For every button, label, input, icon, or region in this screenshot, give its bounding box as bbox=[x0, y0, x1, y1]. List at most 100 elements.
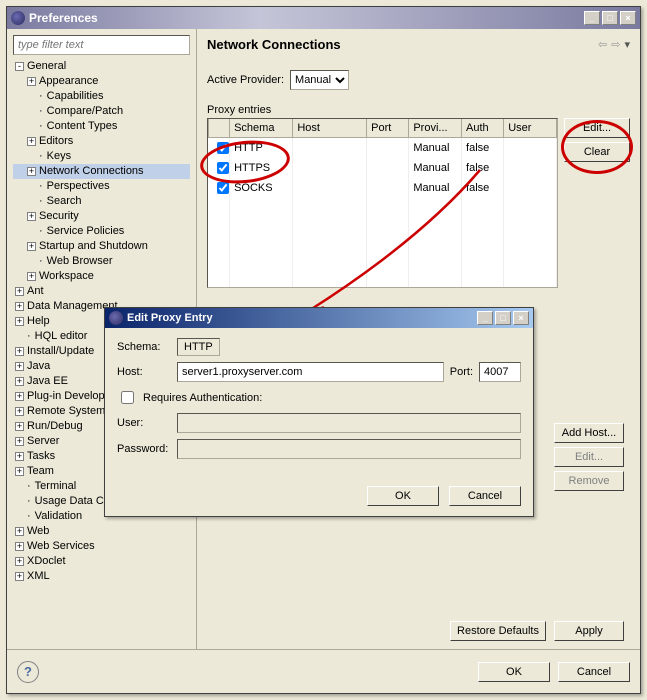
tree-item-xml[interactable]: +XML bbox=[13, 569, 190, 584]
table-row[interactable]: SOCKSManualfalse bbox=[209, 178, 557, 198]
help-icon[interactable]: ? bbox=[17, 661, 39, 683]
tree-item-editors[interactable]: +Editors bbox=[13, 134, 190, 149]
expand-icon[interactable]: + bbox=[15, 437, 24, 446]
active-provider-select[interactable]: Manual bbox=[290, 70, 349, 90]
dialog-titlebar[interactable]: Edit Proxy Entry _ □ × bbox=[105, 308, 533, 328]
maximize-button[interactable]: □ bbox=[602, 11, 618, 25]
tree-item-web-browser[interactable]: Web Browser bbox=[13, 254, 190, 269]
tree-item-label: XML bbox=[27, 569, 50, 584]
cancel-button[interactable]: Cancel bbox=[558, 662, 630, 682]
table-row[interactable]: HTTPSManualfalse bbox=[209, 158, 557, 178]
filter-input[interactable] bbox=[13, 35, 190, 55]
expand-icon[interactable]: + bbox=[15, 317, 24, 326]
dialog-maximize-button[interactable]: □ bbox=[495, 311, 511, 325]
expand-icon[interactable]: + bbox=[27, 77, 36, 86]
close-button[interactable]: × bbox=[620, 11, 636, 25]
edit-host-button[interactable]: Edit... bbox=[554, 447, 624, 467]
tree-item-keys[interactable]: Keys bbox=[13, 149, 190, 164]
expand-icon[interactable]: + bbox=[15, 422, 24, 431]
expand-icon[interactable]: + bbox=[27, 272, 36, 281]
row-checkbox[interactable] bbox=[217, 182, 229, 194]
dialog-ok-button[interactable]: OK bbox=[367, 486, 439, 506]
expand-icon[interactable]: + bbox=[27, 167, 36, 176]
tree-item-search[interactable]: Search bbox=[13, 194, 190, 209]
schema-label: Schema: bbox=[117, 341, 171, 353]
edit-proxy-dialog: Edit Proxy Entry _ □ × Schema: HTTP Host… bbox=[104, 307, 534, 517]
requires-auth-checkbox[interactable] bbox=[121, 391, 134, 404]
expand-icon[interactable]: + bbox=[27, 212, 36, 221]
expand-icon[interactable]: + bbox=[15, 557, 24, 566]
tree-item-network-connections[interactable]: +Network Connections bbox=[13, 164, 190, 179]
expand-icon[interactable]: + bbox=[15, 377, 24, 386]
row-checkbox[interactable] bbox=[217, 142, 229, 154]
requires-auth-label: Requires Authentication: bbox=[143, 392, 262, 404]
tree-item-startup-and-shutdown[interactable]: +Startup and Shutdown bbox=[13, 239, 190, 254]
column-header[interactable]: Host bbox=[293, 119, 367, 137]
host-label: Host: bbox=[117, 366, 171, 378]
tree-item-capabilities[interactable]: Capabilities bbox=[13, 89, 190, 104]
forward-arrow-icon[interactable]: ⇨ bbox=[611, 38, 620, 51]
expand-icon[interactable]: + bbox=[15, 572, 24, 581]
apply-button[interactable]: Apply bbox=[554, 621, 624, 641]
tree-item-web[interactable]: +Web bbox=[13, 524, 190, 539]
edit-button[interactable]: Edit... bbox=[564, 118, 630, 138]
preferences-titlebar[interactable]: Preferences _ □ × bbox=[7, 7, 640, 29]
expand-icon[interactable]: + bbox=[15, 527, 24, 536]
expand-icon[interactable]: + bbox=[15, 407, 24, 416]
tree-item-label: Startup and Shutdown bbox=[39, 239, 148, 254]
expand-icon[interactable]: + bbox=[15, 287, 24, 296]
expand-icon[interactable]: + bbox=[15, 362, 24, 371]
tree-item-label: Remote Systems bbox=[27, 404, 111, 419]
tree-item-service-policies[interactable]: Service Policies bbox=[13, 224, 190, 239]
tree-item-xdoclet[interactable]: +XDoclet bbox=[13, 554, 190, 569]
page-title: Network Connections bbox=[207, 37, 341, 52]
tree-item-compare-patch[interactable]: Compare/Patch bbox=[13, 104, 190, 119]
dialog-close-button[interactable]: × bbox=[513, 311, 529, 325]
minimize-button[interactable]: _ bbox=[584, 11, 600, 25]
proxy-entries-table[interactable]: SchemaHostPortProvi...AuthUser HTTPManua… bbox=[207, 118, 558, 288]
table-row[interactable]: HTTPManualfalse bbox=[209, 137, 557, 158]
dialog-cancel-button[interactable]: Cancel bbox=[449, 486, 521, 506]
port-input[interactable] bbox=[479, 362, 521, 382]
dialog-minimize-button[interactable]: _ bbox=[477, 311, 493, 325]
expand-icon[interactable]: + bbox=[15, 347, 24, 356]
restore-defaults-button[interactable]: Restore Defaults bbox=[450, 621, 546, 641]
column-header[interactable]: Port bbox=[367, 119, 409, 137]
tree-item-general[interactable]: -General bbox=[13, 59, 190, 74]
eclipse-icon bbox=[109, 311, 123, 325]
tree-item-label: General bbox=[27, 59, 66, 74]
tree-item-label: Network Connections bbox=[39, 164, 144, 179]
tree-item-ant[interactable]: +Ant bbox=[13, 284, 190, 299]
column-header[interactable]: Provi... bbox=[409, 119, 462, 137]
expand-icon[interactable]: + bbox=[15, 452, 24, 461]
column-header[interactable]: User bbox=[504, 119, 557, 137]
collapse-icon[interactable]: - bbox=[15, 62, 24, 71]
expand-icon[interactable]: + bbox=[27, 137, 36, 146]
ok-button[interactable]: OK bbox=[478, 662, 550, 682]
tree-item-content-types[interactable]: Content Types bbox=[13, 119, 190, 134]
expand-icon[interactable]: + bbox=[15, 302, 24, 311]
tree-item-web-services[interactable]: +Web Services bbox=[13, 539, 190, 554]
window-title: Preferences bbox=[29, 11, 98, 25]
expand-icon[interactable]: + bbox=[27, 242, 36, 251]
column-header[interactable]: Auth bbox=[462, 119, 504, 137]
view-menu-icon[interactable]: ▾ bbox=[624, 38, 630, 51]
expand-icon[interactable]: + bbox=[15, 467, 24, 476]
column-header[interactable]: Schema bbox=[230, 119, 293, 137]
tree-item-appearance[interactable]: +Appearance bbox=[13, 74, 190, 89]
tree-item-perspectives[interactable]: Perspectives bbox=[13, 179, 190, 194]
tree-item-security[interactable]: +Security bbox=[13, 209, 190, 224]
user-input bbox=[177, 413, 521, 433]
remove-host-button[interactable]: Remove bbox=[554, 471, 624, 491]
clear-button[interactable]: Clear bbox=[564, 142, 630, 162]
host-input[interactable] bbox=[177, 362, 444, 382]
tree-item-workspace[interactable]: +Workspace bbox=[13, 269, 190, 284]
back-arrow-icon[interactable]: ⇦ bbox=[598, 38, 607, 51]
tree-item-label: Ant bbox=[27, 284, 44, 299]
row-checkbox[interactable] bbox=[217, 162, 229, 174]
add-host-button[interactable]: Add Host... bbox=[554, 423, 624, 443]
eclipse-icon bbox=[11, 11, 25, 25]
expand-icon[interactable]: + bbox=[15, 392, 24, 401]
column-header[interactable] bbox=[209, 119, 230, 137]
expand-icon[interactable]: + bbox=[15, 542, 24, 551]
